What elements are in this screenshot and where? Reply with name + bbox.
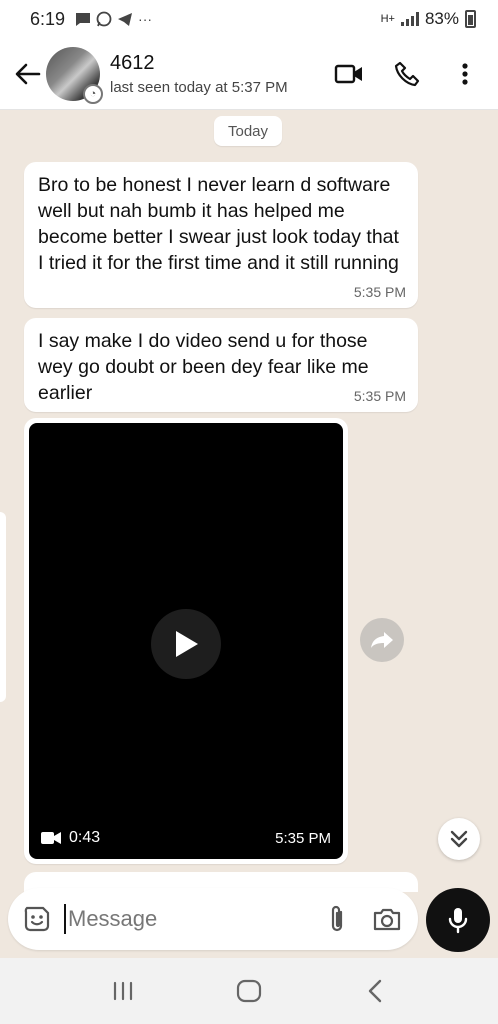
chevron-left-icon: [368, 979, 382, 1003]
message-icon: [76, 12, 91, 26]
scroll-to-bottom-button[interactable]: [438, 818, 480, 860]
camera-icon: [373, 908, 401, 931]
edge-panel-handle[interactable]: [0, 512, 6, 702]
battery-icon: [465, 10, 476, 28]
chat-header: ◔ 4612 last seen today at 5:37 PM: [0, 38, 498, 110]
double-chevron-down-icon: [450, 830, 468, 848]
voice-call-button[interactable]: [392, 59, 422, 89]
video-camera-icon: [334, 64, 362, 83]
contact-info[interactable]: 4612 last seen today at 5:37 PM: [110, 52, 334, 96]
home-button[interactable]: [224, 971, 274, 1011]
recent-apps-button[interactable]: [98, 971, 148, 1011]
status-bar: 6:19 ··· H+ 83%: [0, 0, 498, 38]
message-text: I say make I do video send u for those w…: [38, 330, 369, 404]
avatar[interactable]: ◔: [46, 46, 103, 104]
video-camera-icon: [41, 832, 61, 844]
battery-percent: 83%: [424, 9, 459, 28]
network-type: H+: [380, 13, 395, 25]
signal-icon: [400, 12, 419, 26]
more-vertical-icon: [462, 62, 468, 85]
message-composer: Message: [8, 888, 418, 950]
play-button[interactable]: [151, 609, 221, 679]
forward-icon: [371, 632, 393, 648]
sticker-icon: [24, 906, 50, 932]
last-seen: last seen today at 5:37 PM: [110, 78, 288, 96]
message-bubble[interactable]: Bro to be honest I never learn d softwar…: [24, 162, 418, 308]
attach-button[interactable]: [320, 902, 354, 936]
status-time: 6:19: [30, 8, 66, 29]
play-icon: [176, 631, 198, 657]
message-time: 5:35 PM: [353, 388, 406, 404]
voice-record-button[interactable]: [426, 888, 490, 952]
back-button[interactable]: [12, 54, 44, 94]
more-notifications: ···: [138, 11, 153, 27]
system-nav-bar: [0, 958, 498, 1024]
status-ring-icon: ◔: [83, 83, 103, 104]
microphone-icon: [448, 908, 468, 934]
video-duration: 0:43: [69, 829, 101, 846]
video-thumbnail[interactable]: 0:43 5:35 PM: [29, 423, 343, 859]
video-call-button[interactable]: [334, 59, 364, 89]
telegram-icon: [118, 12, 133, 26]
camera-button[interactable]: [370, 902, 404, 936]
video-message[interactable]: 0:43 5:35 PM: [24, 418, 348, 864]
chat-area[interactable]: Today Bro to be honest I never learn d s…: [0, 110, 498, 958]
recents-icon: [113, 981, 133, 1001]
message-bubble[interactable]: I say make I do video send u for those w…: [24, 318, 418, 412]
emoji-button[interactable]: [22, 904, 52, 934]
phone-icon: [394, 61, 420, 86]
contact-name: 4612: [110, 51, 155, 74]
date-chip: Today: [214, 116, 282, 146]
menu-button[interactable]: [450, 59, 480, 89]
message-input[interactable]: Message: [64, 904, 304, 934]
message-text: Bro to be honest I never learn d softwar…: [38, 174, 399, 274]
back-arrow-icon: [15, 63, 41, 84]
home-icon: [236, 979, 262, 1003]
system-back-button[interactable]: [350, 971, 400, 1011]
paperclip-icon: [331, 905, 343, 932]
whatsapp-icon: [96, 11, 112, 27]
message-time: 5:35 PM: [353, 284, 406, 300]
forward-button[interactable]: [360, 618, 404, 662]
notification-icons: ···: [75, 11, 152, 27]
video-timestamp: 5:35 PM: [275, 830, 331, 847]
